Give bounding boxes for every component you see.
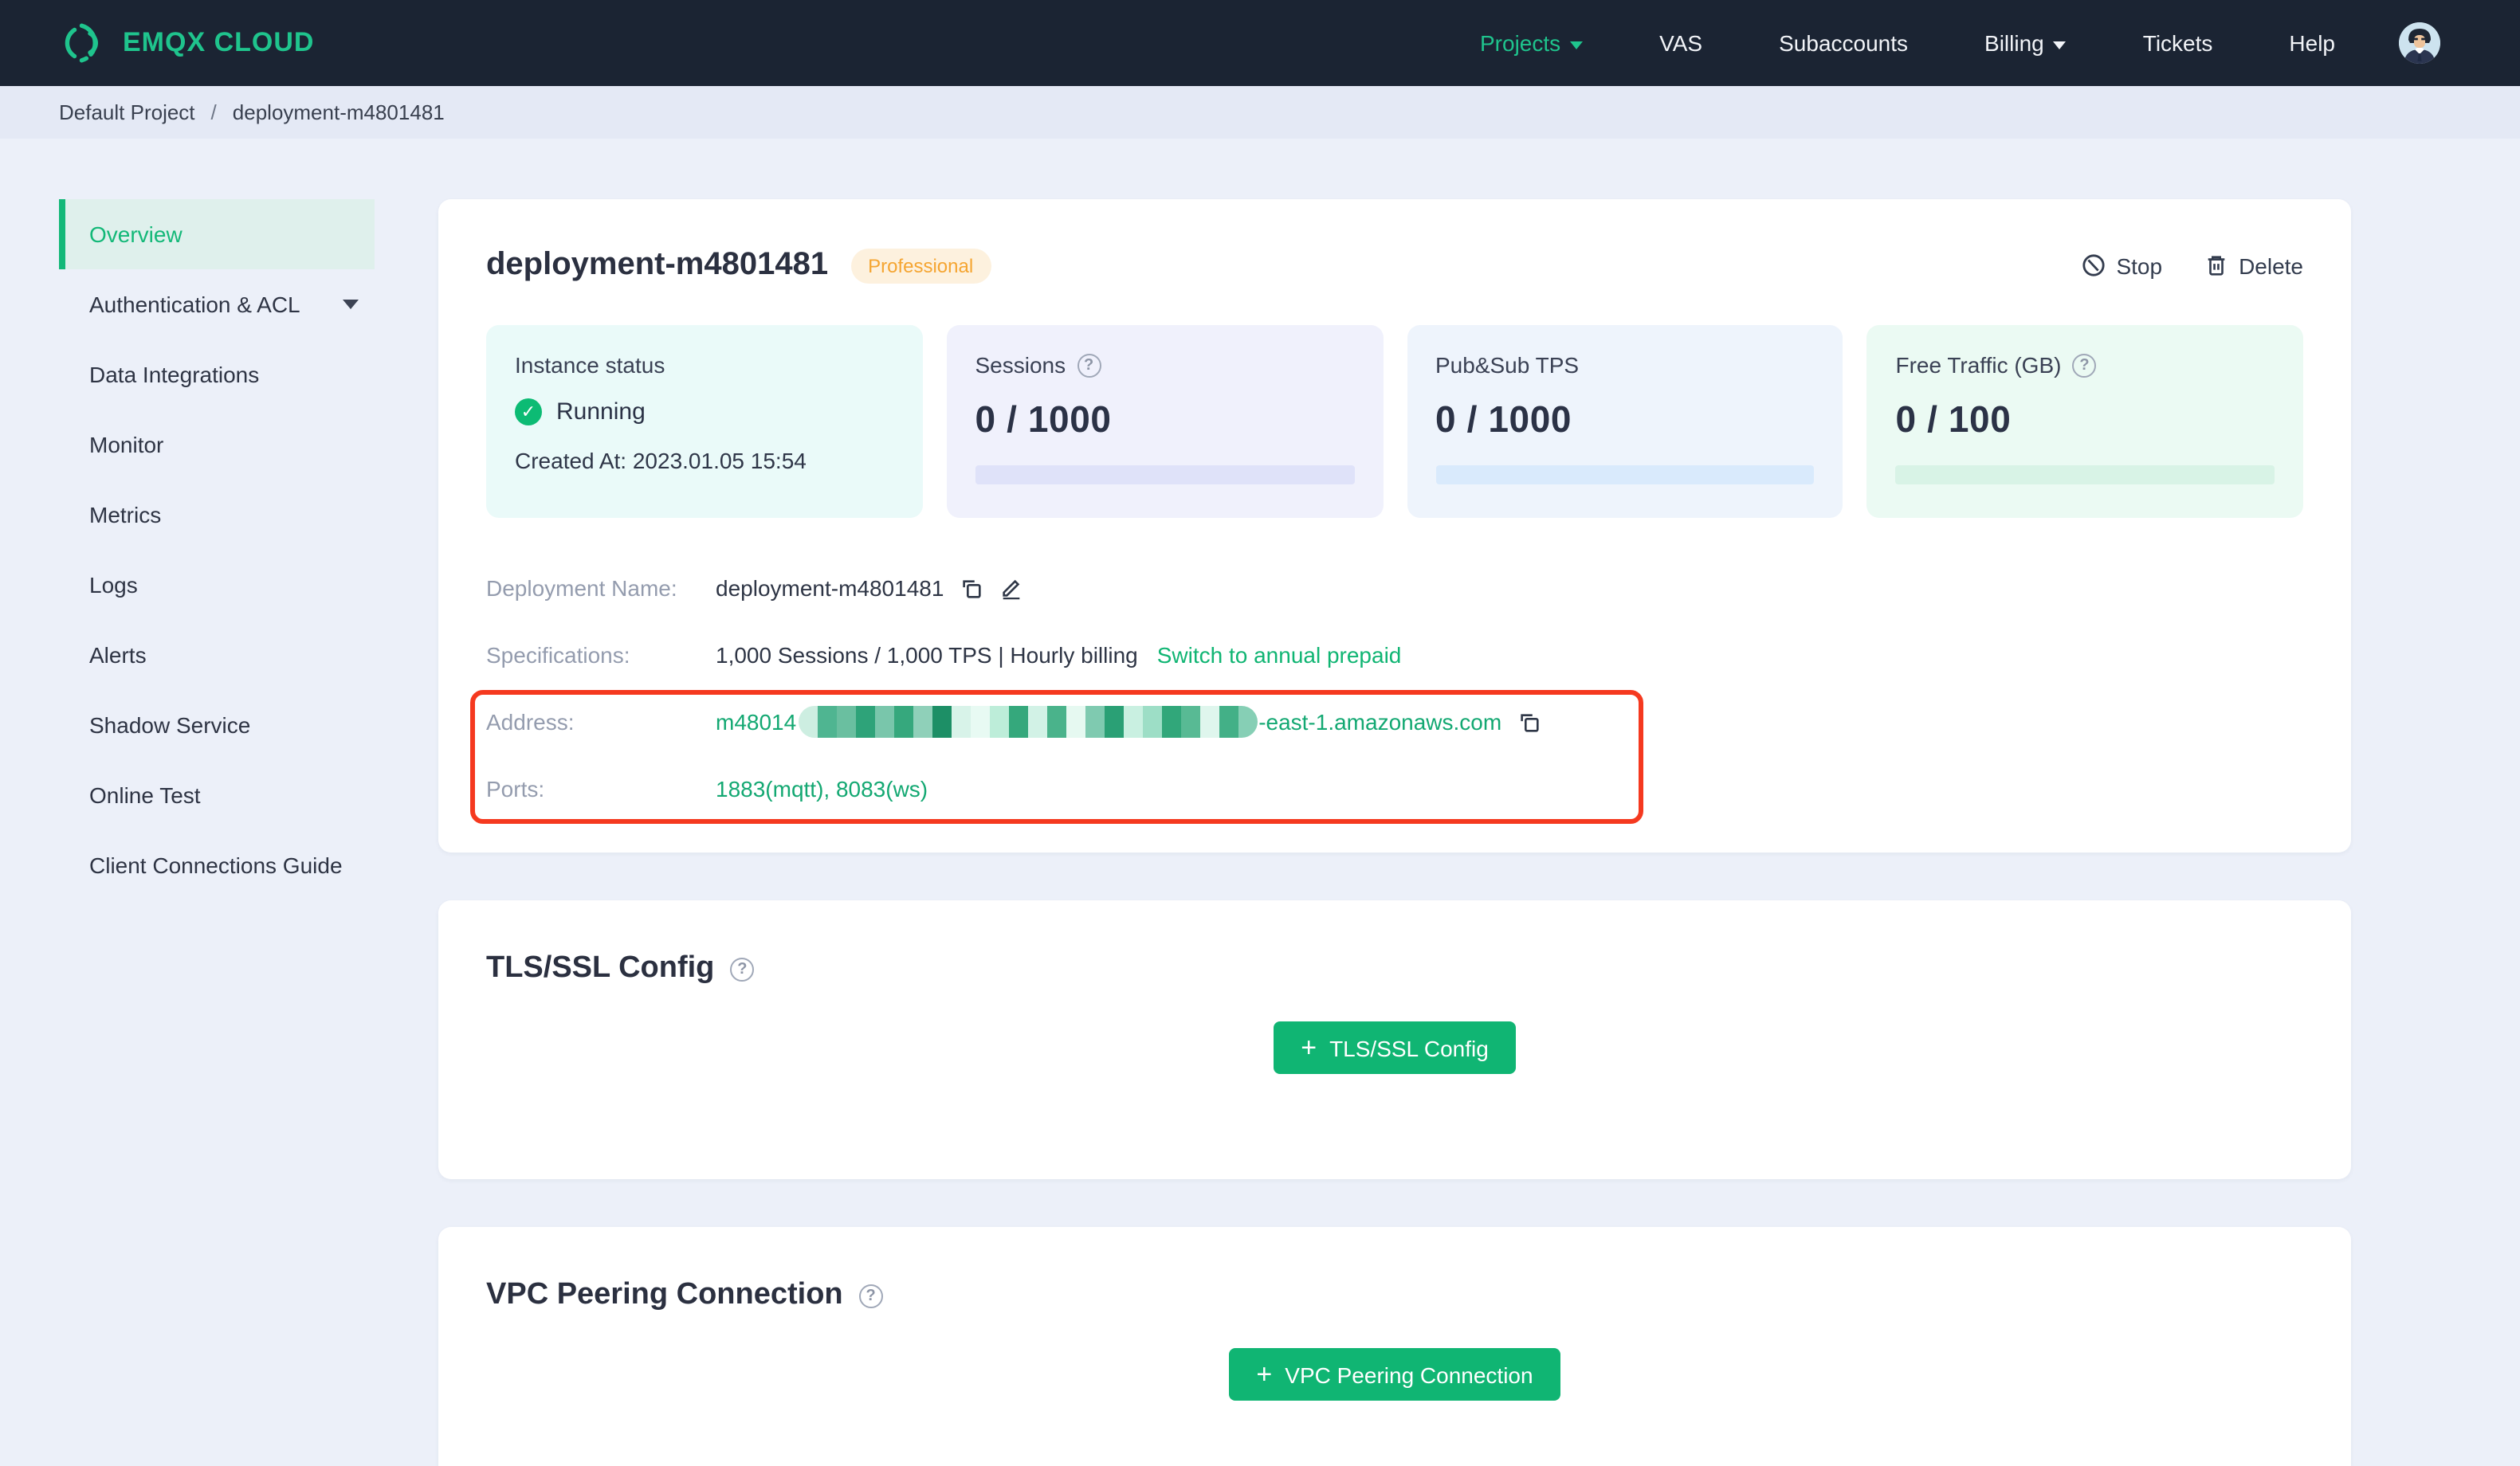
page-title: deployment-m4801481 <box>486 247 829 282</box>
chevron-down-icon <box>1570 41 1584 49</box>
ports-value: 1883(mqtt), 8083(ws) <box>716 776 928 802</box>
brand-logo[interactable]: EMQX CLOUD <box>59 19 314 67</box>
tps-progress-bar <box>1435 465 1815 484</box>
edit-icon[interactable] <box>999 575 1023 601</box>
tls-section-title: TLS/SSL Config <box>486 951 715 985</box>
trash-icon <box>2207 256 2224 276</box>
sidebar-item-data-integrations[interactable]: Data Integrations <box>59 339 375 410</box>
sessions-card: Sessions ? 0 / 1000 <box>946 325 1383 518</box>
stat-label: Pub&Sub TPS <box>1435 352 1580 378</box>
nav-item-projects[interactable]: Projects <box>1480 30 1584 56</box>
breadcrumb-current: deployment-m4801481 <box>232 100 445 124</box>
plan-badge: Professional <box>850 248 991 283</box>
specifications-value: 1,000 Sessions / 1,000 TPS | Hourly bill… <box>716 642 1138 668</box>
deployment-details: Deployment Name: deployment-m4801481 Spe… <box>470 572 2303 824</box>
instance-status-value: Running <box>556 398 646 425</box>
specifications-label: Specifications: <box>486 642 630 668</box>
deployment-overview-card: deployment-m4801481 Professional Stop De… <box>438 199 2351 853</box>
stop-button[interactable]: Stop <box>2081 253 2162 278</box>
sidebar-item-monitor[interactable]: Monitor <box>59 410 375 480</box>
stop-icon <box>2082 254 2105 276</box>
nav-items: Projects VAS Subaccounts Billing Tickets… <box>1480 30 2335 56</box>
sessions-progress-bar <box>975 465 1354 484</box>
nav-item-vas[interactable]: VAS <box>1659 30 1702 56</box>
deployment-name-label: Deployment Name: <box>486 575 677 601</box>
emqx-cloud-console: EMQX CLOUD Projects VAS Subaccounts Bill… <box>0 0 2520 1466</box>
instance-status-card: Instance status ✓ Running Created At: 20… <box>486 325 923 518</box>
address-label: Address: <box>486 709 575 735</box>
address-redaction <box>798 706 1258 738</box>
connection-info-group: Address: m48014 -east-1.amazonaws.com Po… <box>470 690 2303 824</box>
brand-name: EMQX CLOUD <box>123 27 315 57</box>
stat-label: Free Traffic (GB) <box>1895 352 2062 378</box>
address-suffix: -east-1.amazonaws.com <box>1258 709 1502 735</box>
plus-icon: + <box>1301 1033 1317 1063</box>
sidebar-item-client-connections-guide[interactable]: Client Connections Guide <box>59 830 375 900</box>
add-tls-ssl-config-button[interactable]: + TLS/SSL Config <box>1274 1021 1516 1074</box>
nav-item-help[interactable]: Help <box>2289 30 2335 56</box>
main-content: deployment-m4801481 Professional Stop De… <box>438 199 2351 1466</box>
check-circle-icon: ✓ <box>515 398 542 425</box>
user-avatar[interactable] <box>2399 22 2440 64</box>
tls-ssl-section: TLS/SSL Config ? + TLS/SSL Config <box>438 900 2351 1179</box>
nav-item-subaccounts[interactable]: Subaccounts <box>1779 30 1908 56</box>
help-icon[interactable]: ? <box>2072 353 2097 377</box>
top-nav: EMQX CLOUD Projects VAS Subaccounts Bill… <box>0 0 2520 86</box>
sidebar: Overview Authentication & ACL Data Integ… <box>59 199 375 900</box>
tps-value: 0 / 1000 <box>1435 398 1572 440</box>
sessions-value: 0 / 1000 <box>975 398 1112 440</box>
nav-item-tickets[interactable]: Tickets <box>2143 30 2213 56</box>
sidebar-item-alerts[interactable]: Alerts <box>59 620 375 690</box>
sidebar-item-shadow-service[interactable]: Shadow Service <box>59 690 375 760</box>
free-traffic-card: Free Traffic (GB) ? 0 / 100 <box>1866 325 2303 518</box>
emqx-logo-icon <box>65 23 98 63</box>
ports-label: Ports: <box>486 776 545 802</box>
breadcrumb: Default Project / deployment-m4801481 <box>0 86 2520 139</box>
sidebar-item-overview[interactable]: Overview <box>59 199 375 269</box>
stat-label: Sessions <box>975 352 1066 378</box>
add-vpc-peering-button[interactable]: + VPC Peering Connection <box>1229 1348 1560 1401</box>
plus-icon: + <box>1256 1359 1273 1390</box>
sidebar-item-online-test[interactable]: Online Test <box>59 760 375 830</box>
stats-row: Instance status ✓ Running Created At: 20… <box>486 325 2303 518</box>
chevron-down-icon <box>2053 41 2067 49</box>
help-icon[interactable]: ? <box>858 1284 883 1307</box>
copy-icon[interactable] <box>960 576 983 600</box>
vpc-peering-section: VPC Peering Connection ? + VPC Peering C… <box>438 1227 2351 1466</box>
nav-item-billing[interactable]: Billing <box>1984 30 2067 56</box>
switch-to-annual-link[interactable]: Switch to annual prepaid <box>1157 642 1402 668</box>
vpc-section-title: VPC Peering Connection <box>486 1278 843 1311</box>
sidebar-item-logs[interactable]: Logs <box>59 550 375 620</box>
breadcrumb-separator: / <box>210 100 217 124</box>
traffic-value: 0 / 100 <box>1895 398 2012 440</box>
help-icon[interactable]: ? <box>1077 353 1101 377</box>
copy-icon[interactable] <box>1517 710 1541 734</box>
address-prefix: m48014 <box>716 709 797 735</box>
traffic-progress-bar <box>1895 465 2275 484</box>
delete-button[interactable]: Delete <box>2204 253 2303 278</box>
pubsub-tps-card: Pub&Sub TPS 0 / 1000 <box>1407 325 1843 518</box>
chevron-down-icon <box>343 300 359 309</box>
help-icon[interactable]: ? <box>730 957 755 981</box>
sidebar-item-authentication-acl[interactable]: Authentication & ACL <box>59 269 375 339</box>
deployment-name-value: deployment-m4801481 <box>716 575 944 601</box>
breadcrumb-project[interactable]: Default Project <box>59 100 195 124</box>
created-at: Created At: 2023.01.05 15:54 <box>515 448 807 473</box>
sidebar-item-metrics[interactable]: Metrics <box>59 480 375 550</box>
stat-label: Instance status <box>515 352 665 378</box>
